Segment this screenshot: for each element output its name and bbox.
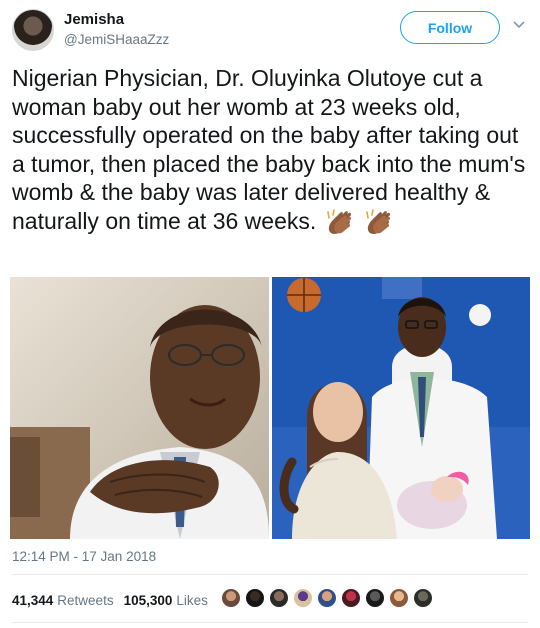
chevron-down-icon[interactable]	[511, 17, 527, 33]
likes-label[interactable]: Likes	[176, 593, 208, 608]
timestamp[interactable]: 12:14 PM - 17 Jan 2018	[12, 549, 156, 564]
tweet-header: Jemisha @JemiSHaaaZzz Follow	[0, 0, 540, 60]
liker-avatar[interactable]	[364, 587, 386, 609]
retweets-count[interactable]: 41,344	[12, 593, 53, 608]
clapping-hands-icon	[365, 208, 395, 241]
likes-count[interactable]: 105,300	[124, 593, 173, 608]
doctor-mother-baby-photo[interactable]	[272, 277, 530, 539]
author-name[interactable]: Jemisha	[64, 11, 124, 28]
author-handle[interactable]: @JemiSHaaaZzz	[64, 32, 169, 47]
retweets-label[interactable]: Retweets	[57, 593, 113, 608]
divider	[12, 622, 528, 623]
tweet-body: Nigerian Physician, Dr. Oluyinka Olutoye…	[12, 65, 526, 234]
liker-avatar[interactable]	[388, 587, 410, 609]
liker-avatar[interactable]	[340, 587, 362, 609]
liker-avatar[interactable]	[316, 587, 338, 609]
doctor-portrait-photo[interactable]	[10, 277, 269, 539]
liker-avatars	[220, 587, 436, 609]
avatar[interactable]	[12, 9, 54, 51]
follow-button[interactable]: Follow	[400, 11, 500, 44]
liker-avatar[interactable]	[220, 587, 242, 609]
liker-avatar[interactable]	[268, 587, 290, 609]
tweet-stats: 41,344 Retweets 105,300 Likes	[12, 586, 208, 614]
liker-avatar[interactable]	[292, 587, 314, 609]
tweet-media[interactable]	[10, 277, 530, 539]
tweet-text: Nigerian Physician, Dr. Oluyinka Olutoye…	[12, 64, 532, 241]
liker-avatar[interactable]	[244, 587, 266, 609]
liker-avatar[interactable]	[412, 587, 434, 609]
clapping-hands-icon	[326, 208, 356, 241]
divider	[12, 574, 528, 575]
